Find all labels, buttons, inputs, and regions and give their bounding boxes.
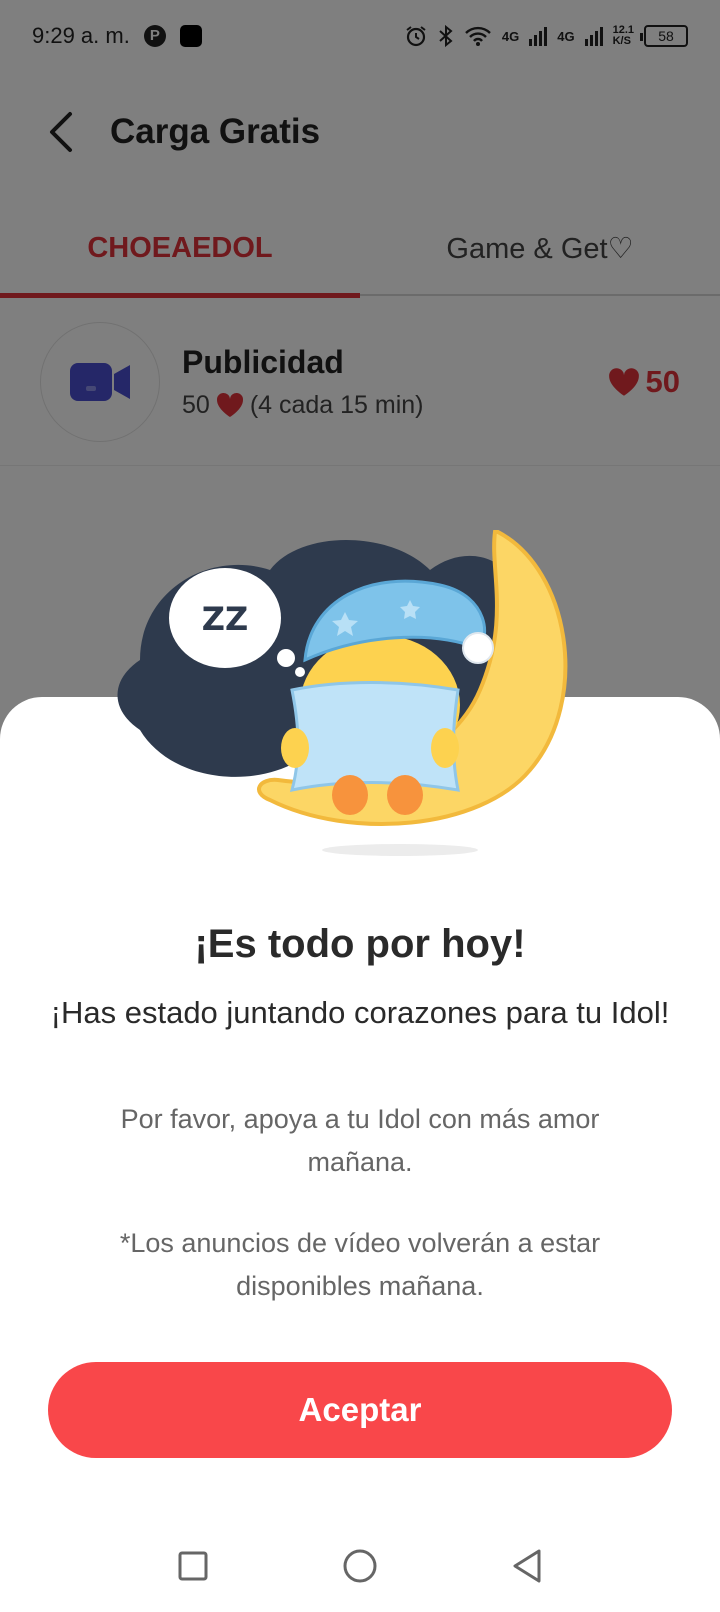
pillow (289, 681, 460, 792)
home-button[interactable] (330, 1536, 390, 1596)
sleeping-duck-illustration: ZZ (117, 530, 568, 856)
dialog-title: ¡Es todo por hoy! (194, 922, 526, 966)
circle-icon (343, 1549, 377, 1583)
dialog-subtitle: ¡Has estado juntando corazones para tu I… (50, 995, 670, 1030)
accept-button[interactable]: Aceptar (48, 1362, 672, 1458)
recent-apps-button[interactable] (163, 1536, 223, 1596)
dialog-body-text: Por favor, apoya a tu Idol con más amor … (120, 1104, 600, 1177)
system-nav-bar (0, 1520, 720, 1612)
bubble-text: ZZ (202, 600, 248, 638)
dialog-note-text: *Los anuncios de vídeo volverán a estar … (119, 1228, 601, 1301)
triangle-back-icon (513, 1549, 541, 1583)
app-screen: 9:29 a. m. P 4G 4G 12.1 K/S 58 Carga Gra… (0, 0, 720, 1612)
square-icon (178, 1551, 208, 1581)
system-back-button[interactable] (497, 1536, 557, 1596)
